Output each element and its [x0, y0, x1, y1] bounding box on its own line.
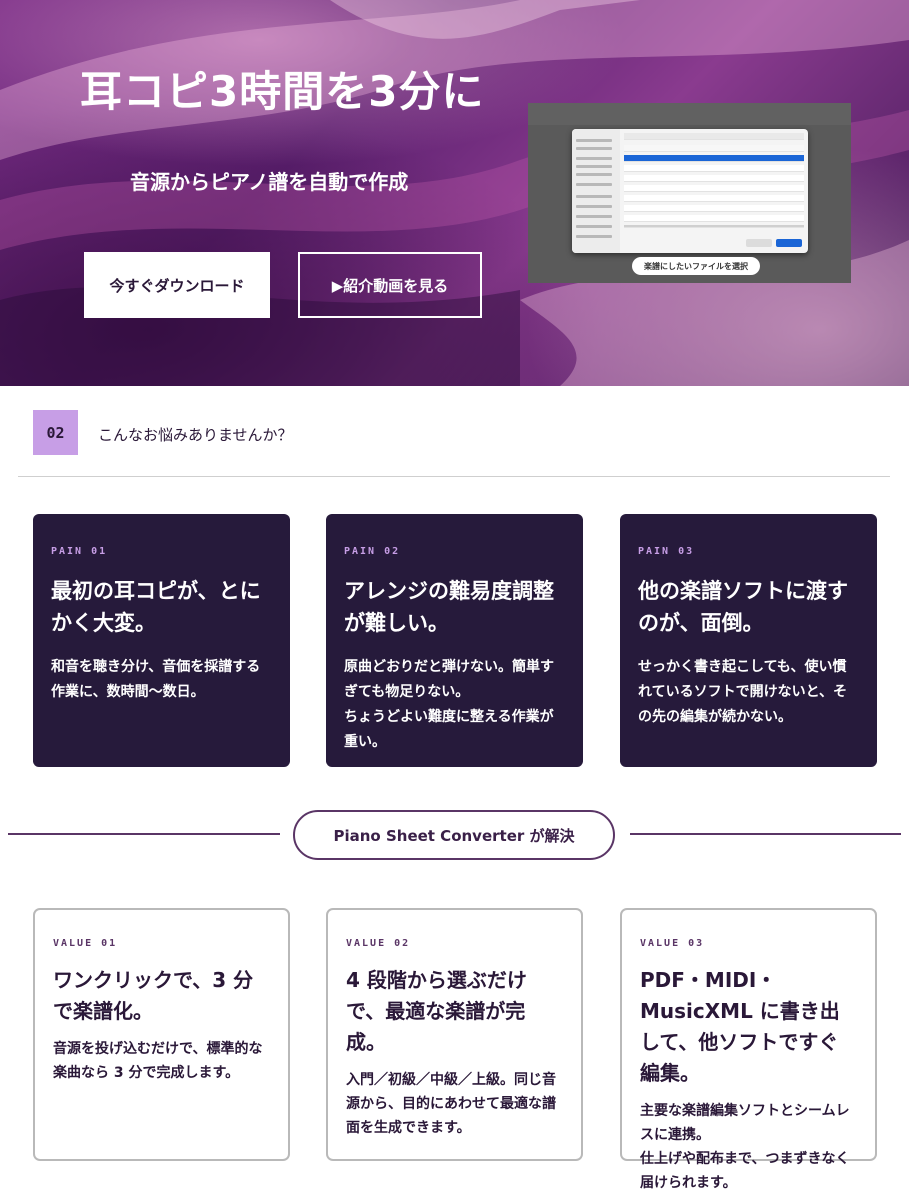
pain-tag: PAIN 02: [344, 546, 401, 557]
section-title: こんなお悩みありませんか？: [98, 426, 293, 444]
value-heading: PDF・MIDI・MusicXML に書き出して、他ソフトですぐ編集。: [640, 968, 840, 1085]
value-heading: 4 段階から選ぶだけで、最適な楽譜が完成。: [346, 968, 527, 1054]
hero-section: 耳コピ3時間を3分に 音源からピアノ譜を自動で作成 今すぐダウンロード ▶紹介動…: [0, 0, 909, 386]
pain-heading: 他の楽譜ソフトに渡すのが、面倒。: [638, 579, 848, 635]
file-open-dialog: [572, 129, 808, 253]
value-card: VALUE 03 PDF・MIDI・MusicXML に書き出して、他ソフトです…: [620, 908, 877, 1191]
pain-tag: PAIN 01: [51, 546, 108, 557]
value-body: 入門／初級／中級／上級。同じ音源から、目的にあわせて最適な譜面を生成できます。: [346, 1072, 556, 1136]
pain-card: PAIN 01 最初の耳コピが、とにかく大変。 和音を聴き分け、音価を採譜する作…: [33, 514, 290, 767]
value-card: VALUE 02 4 段階から選ぶだけで、最適な楽譜が完成。 入門／初級／中級／…: [326, 908, 583, 1161]
screenshot-toolbar: [528, 103, 851, 125]
dialog-cancel-button: [746, 239, 772, 247]
pain-heading: 最初の耳コピが、とにかく大変。: [51, 579, 261, 635]
value-tag: VALUE 01: [53, 938, 118, 949]
hero-title: 耳コピ3時間を3分に: [80, 67, 485, 116]
section-divider: [18, 476, 890, 477]
value-card: VALUE 01 ワンクリックで、3 分で楽譜化。 音源を投げ込むだけで、標準的…: [33, 908, 290, 1161]
value-body: 主要な楽譜編集ソフトとシームレスに連携。 仕上げや配布まで、つまずきなく届けられ…: [640, 1103, 850, 1191]
screenshot-caption: 楽譜にしたいファイルを選択: [632, 257, 760, 275]
section-number-badge: 02: [33, 410, 78, 455]
value-body: 音源を投げ込むだけで、標準的な楽曲なら 3 分で完成します。: [53, 1041, 263, 1081]
value-heading: ワンクリックで、3 分で楽譜化。: [53, 968, 254, 1023]
value-tag: VALUE 02: [346, 938, 411, 949]
divider-line-left: [8, 833, 280, 835]
pain-body: 原曲どおりだと弾けない。簡単すぎても物足りない。 ちょうどよい難度に整える作業が…: [344, 659, 554, 750]
hero-subtitle: 音源からピアノ譜を自動で作成: [130, 170, 409, 194]
pain-body: せっかく書き起こしても、使い慣れているソフトで開けないと、その先の編集が続かない…: [638, 659, 848, 725]
pain-card: PAIN 02 アレンジの難易度調整が難しい。 原曲どおりだと弾けない。簡単すぎ…: [326, 514, 583, 767]
dialog-sidebar: [572, 129, 620, 253]
pain-card: PAIN 03 他の楽譜ソフトに渡すのが、面倒。 せっかく書き起こしても、使い慣…: [620, 514, 877, 767]
watch-video-button[interactable]: ▶紹介動画を見る: [298, 252, 482, 318]
divider-line-right: [630, 833, 901, 835]
dialog-open-button: [776, 239, 802, 247]
pain-tag: PAIN 03: [638, 546, 695, 557]
pain-heading: アレンジの難易度調整が難しい。: [344, 579, 554, 635]
pain-body: 和音を聴き分け、音価を採譜する作業に、数時間〜数日。: [51, 659, 261, 700]
value-tag: VALUE 03: [640, 938, 705, 949]
dialog-file-list: [624, 133, 804, 249]
app-screenshot: 楽譜にしたいファイルを選択: [528, 103, 851, 283]
download-button[interactable]: 今すぐダウンロード: [84, 252, 270, 318]
solution-badge: Piano Sheet Converter が解決: [293, 810, 615, 860]
